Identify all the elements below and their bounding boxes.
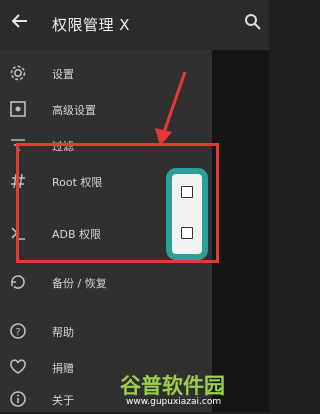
- advanced-settings-icon: [8, 99, 28, 119]
- adb-checkbox-highlighted[interactable]: [181, 227, 193, 239]
- watermark-url: www.gupuxiazai.com: [126, 397, 222, 407]
- help-icon: ?: [8, 321, 28, 341]
- search-icon[interactable]: [244, 13, 262, 31]
- back-arrow-icon[interactable]: [10, 11, 30, 35]
- menu-item-backup[interactable]: 备份 / 恢复: [0, 267, 212, 297]
- watermark-text: 谷普软件园: [120, 374, 225, 398]
- menu-item-label: 捐赠: [52, 362, 74, 375]
- checkbox-highlight: [166, 168, 208, 260]
- root-checkbox-highlighted[interactable]: [181, 186, 193, 198]
- annotation-arrow: [155, 71, 187, 146]
- backup-icon: [8, 272, 28, 292]
- menu-item-label: 设置: [52, 68, 74, 81]
- heart-icon: [8, 357, 28, 377]
- info-icon: [8, 389, 28, 409]
- menu-item-label: 高级设置: [52, 104, 96, 117]
- content-scrim[interactable]: [212, 50, 269, 412]
- menu-item-help[interactable]: ? 帮助: [0, 316, 212, 346]
- svg-text:?: ?: [15, 327, 20, 338]
- app-bar: 权限管理 X: [0, 0, 269, 50]
- watermark: 谷普软件园 www.gupuxiazai.com: [118, 366, 269, 412]
- app-title: 权限管理 X: [52, 16, 131, 34]
- gear-icon: [8, 63, 28, 83]
- menu-item-label: 备份 / 恢复: [52, 277, 107, 290]
- menu-item-label: 帮助: [52, 326, 74, 339]
- menu-item-label: 关于: [52, 394, 74, 407]
